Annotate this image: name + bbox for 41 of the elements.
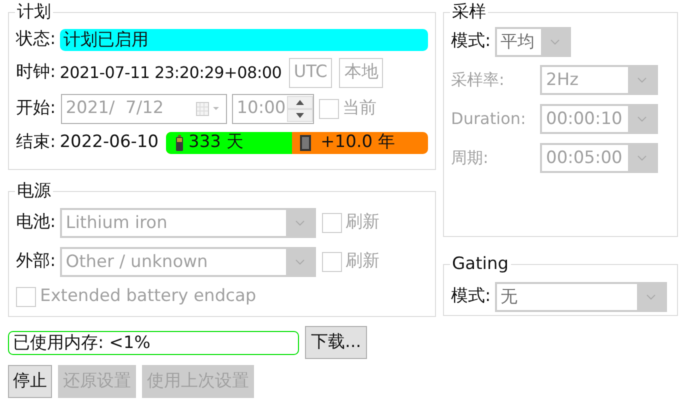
battery-days: 333 天 [188, 132, 244, 154]
chevron-down-icon [637, 154, 647, 160]
battery-icon [176, 135, 183, 151]
end-date: 2022-06-10 [60, 131, 159, 154]
dropdown[interactable]: Other / unknown [60, 246, 316, 276]
down-arrow-icon [296, 113, 304, 118]
chevron-down-icon [637, 76, 647, 82]
field-label: 电池: [16, 210, 56, 234]
chevron-down-icon [294, 258, 305, 264]
field-label: 周期: [451, 146, 490, 168]
field-label: 开始: [16, 97, 56, 120]
chevron-down-icon [637, 116, 647, 122]
checkbox-label: 当前 [342, 97, 377, 120]
chevron-down-icon [294, 220, 305, 226]
dropdown[interactable]: 无 [494, 282, 667, 312]
memory-usage-bar: 已使用内存: <1% [8, 330, 299, 354]
field-label: 采样率: [451, 68, 506, 90]
field-label: 结束: [16, 131, 56, 154]
field-label: 时钟: [16, 61, 56, 84]
checkbox-label: 刷新 [346, 250, 380, 273]
field-label: Duration: [451, 108, 527, 130]
time-spinner[interactable]: 10:00 [232, 94, 314, 124]
chevron-down-icon [550, 39, 560, 45]
status-bar: 计划已启用 [60, 29, 428, 51]
checkbox-label: 刷新 [346, 210, 380, 234]
calendar-icon [196, 102, 222, 116]
download-button[interactable]: 下载... [305, 326, 368, 359]
chevron-down-icon [646, 294, 656, 300]
action-button[interactable]: 停止 [8, 365, 52, 398]
checkbox-label: Extended battery endcap [40, 285, 256, 308]
field-label: 状态: [16, 28, 56, 52]
field-label: 模式: [451, 30, 491, 54]
up-arrow-icon [296, 100, 304, 105]
dropdown[interactable]: 平均 [494, 27, 571, 57]
memory-years: +10.0 年 [320, 132, 396, 154]
memory-chip-icon [300, 135, 311, 151]
dropdown[interactable]: Lithium iron [60, 208, 316, 238]
clock-value: 2021-07-11 23:20:29+08:00 [60, 62, 282, 84]
field-label: 外部: [16, 250, 56, 273]
date-picker[interactable]: 2021/ 7/12 [60, 94, 227, 124]
field-label: 模式: [451, 285, 491, 308]
